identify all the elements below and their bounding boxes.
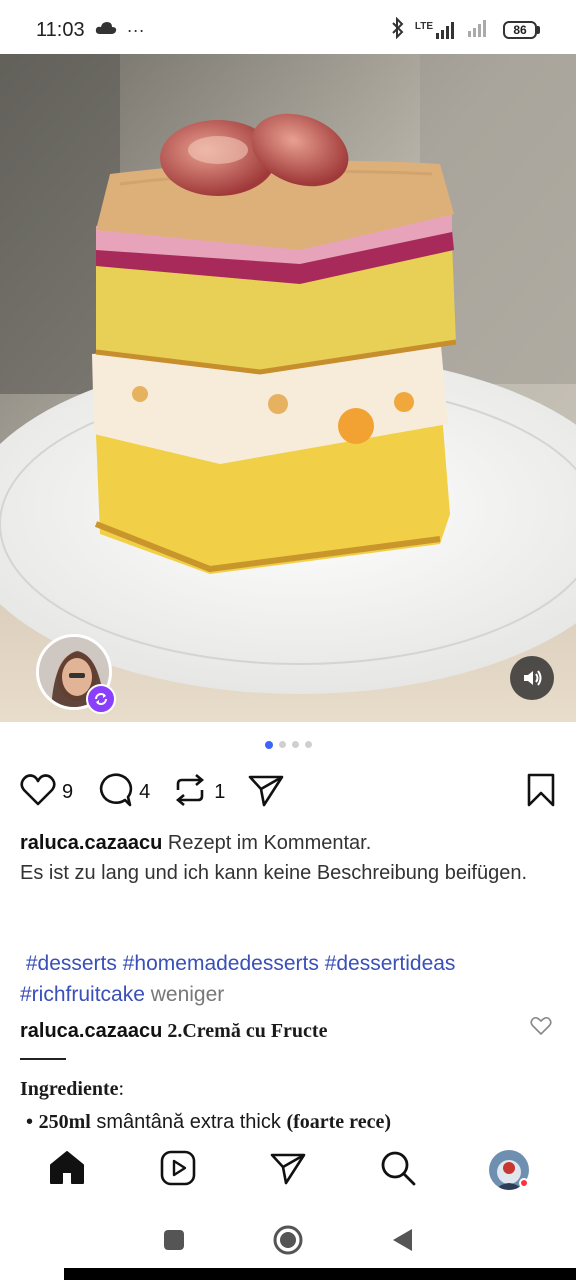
hashtag-link[interactable]: #dessertideas [325,952,456,975]
divider [20,1058,66,1060]
carousel-dot [304,741,312,748]
status-bar: 11:03 ··· LTE 86 [0,0,576,60]
hashtag-link[interactable]: #desserts [26,952,117,975]
status-right: LTE 86 [391,16,540,44]
nav-home[interactable] [39,1142,95,1198]
comment-icon [95,772,133,813]
carousel-dot-active [264,740,273,749]
recents-button[interactable] [162,1228,186,1257]
battery-level: 86 [503,21,537,39]
home-button[interactable] [272,1224,304,1261]
caption-username[interactable]: raluca.cazaacu [20,832,162,854]
hashtag-link[interactable]: #homemadedesserts [123,952,319,975]
send-icon [247,772,285,813]
signal-icon [467,19,493,42]
ingredient-note: (foarte rece) [286,1111,391,1133]
hashtags: #desserts #homemadedesserts #dessertidea… [20,948,550,1010]
ingredients-colon: : [118,1078,125,1100]
post-caption: raluca.cazaacu Rezept im Kommentar. Es i… [20,828,540,888]
show-less-link[interactable]: weniger [151,983,225,1006]
ingredient-quantity: 250ml [38,1111,91,1133]
reels-icon [159,1149,197,1192]
cake-photo [0,54,576,722]
status-time: 11:03 [36,18,85,41]
nav-profile[interactable] [481,1142,537,1198]
back-button[interactable] [390,1227,414,1258]
search-icon [379,1149,417,1192]
bluetooth-icon [391,16,405,44]
network-label: LTE [414,21,433,32]
remix-icon [86,684,116,714]
home-indicator [64,1268,576,1280]
like-button[interactable]: 9 [20,773,73,812]
bullet: • [26,1111,39,1133]
heart-icon [530,1016,552,1040]
ingredients-heading-text: Ingrediente [20,1078,119,1100]
more-status-icon: ··· [126,19,145,40]
comment-title: 2.Cremă cu Fructe [162,1020,328,1042]
send-icon [269,1150,307,1191]
ingredient-text: smântână extra thick [90,1111,287,1133]
battery-icon: 86 [503,21,540,39]
comment-button[interactable]: 4 [95,772,150,813]
repost-icon [172,772,208,813]
volume-button[interactable] [510,656,554,700]
comment-line: raluca.cazaacu 2.Cremă cu Fructe [20,1016,556,1046]
caption-text-2: Es ist zu lang und ich kann keine Beschr… [20,862,528,884]
post-actions: 9 4 1 [20,770,556,814]
nav-search[interactable] [370,1142,426,1198]
heart-icon [20,773,56,812]
ingredient-item: • 250ml smântână extra thick (foarte rec… [26,1107,391,1137]
post-media[interactable] [0,54,576,722]
comment-username[interactable]: raluca.cazaacu [20,1020,162,1042]
comment-item: raluca.cazaacu 2.Cremă cu Fructe [20,1016,556,1046]
carousel-dot [291,741,299,748]
notification-dot [518,1178,529,1188]
caption-text-1: Rezept im Kommentar. [162,832,372,854]
like-count: 9 [62,780,74,803]
carousel-dot [278,741,286,748]
share-button[interactable] [247,772,285,813]
nav-reels[interactable] [150,1142,206,1198]
bottom-nav [0,1136,576,1204]
comment-like-button[interactable] [530,1016,552,1041]
home-icon [48,1150,86,1191]
bookmark-icon [526,773,556,812]
system-nav [0,1210,576,1274]
hashtag-link[interactable]: #richfruitcake [20,983,145,1006]
ingredients-heading: Ingrediente: [20,1078,124,1101]
cloud-icon [95,21,117,40]
volume-icon [521,667,543,689]
save-button[interactable] [526,773,556,812]
comment-count: 4 [139,780,151,803]
repost-button[interactable]: 1 [172,772,225,813]
nav-messages[interactable] [260,1142,316,1198]
carousel-indicator [0,740,576,749]
caption-line-1: raluca.cazaacu Rezept im Kommentar. [20,828,540,858]
repost-count: 1 [214,780,226,803]
lte-signal-icon: LTE [415,21,457,39]
author-avatar[interactable] [36,634,116,714]
status-left: 11:03 ··· [36,19,145,42]
